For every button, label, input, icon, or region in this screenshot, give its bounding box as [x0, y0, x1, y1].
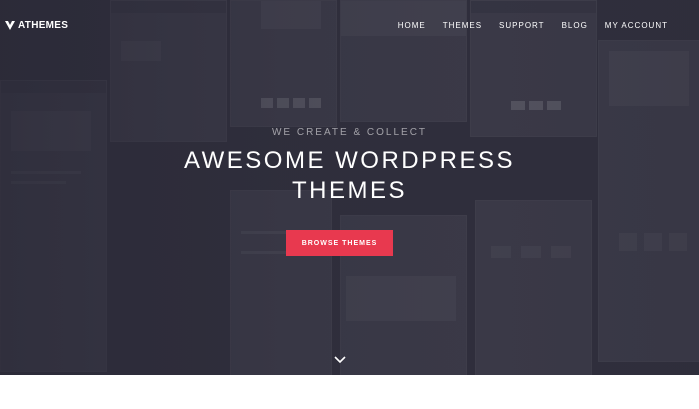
hero-section: ATHEMES HOME THEMES SUPPORT BLOG MY ACCO…	[0, 0, 699, 375]
brand-name: ATHEMES	[18, 20, 69, 31]
nav-support-link[interactable]: SUPPORT	[499, 21, 545, 30]
hero-headline: AWESOME WORDPRESS THEMES	[0, 146, 699, 206]
chevron-down-icon[interactable]	[333, 352, 347, 364]
hero-headline-line1: AWESOME WORDPRESS	[184, 147, 515, 174]
main-menu: HOME THEMES SUPPORT BLOG MY ACCOUNT	[398, 21, 668, 30]
nav-home-link[interactable]: HOME	[398, 21, 426, 30]
content-area	[0, 375, 699, 409]
top-nav: ATHEMES HOME THEMES SUPPORT BLOG MY ACCO…	[0, 0, 699, 52]
browse-themes-button[interactable]: BROWSE THEMES	[286, 230, 393, 256]
hero-tagline: WE CREATE & COLLECT	[271, 127, 428, 138]
nav-my-account-link[interactable]: MY ACCOUNT	[605, 21, 668, 30]
nav-themes-link[interactable]: THEMES	[443, 21, 482, 30]
nav-blog-link[interactable]: BLOG	[562, 21, 588, 30]
athemes-logo-icon	[5, 21, 15, 30]
hero-headline-line2: THEMES	[291, 177, 407, 204]
brand-logo[interactable]: ATHEMES	[5, 20, 68, 31]
